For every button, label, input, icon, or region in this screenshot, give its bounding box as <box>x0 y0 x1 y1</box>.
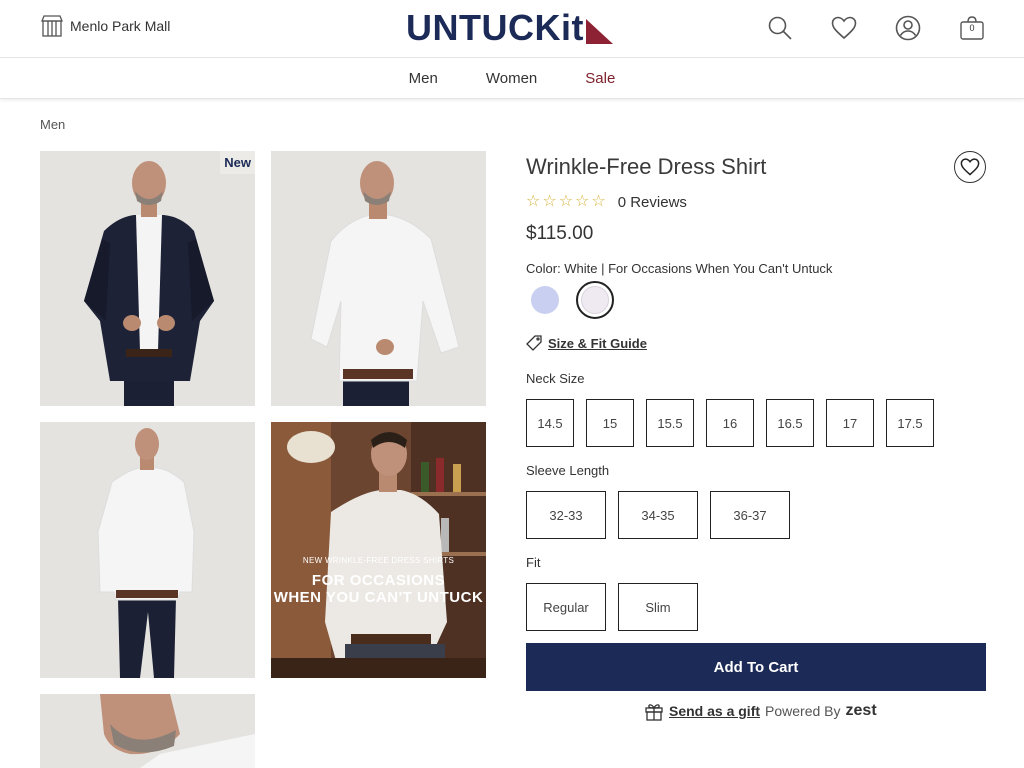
product-price: $115.00 <box>526 223 594 244</box>
promo-lifestyle-photo[interactable]: NEW WRINKLE-FREE DRESS SHIRTS FOR OCCASI… <box>271 422 486 678</box>
star-icon: ☆ <box>575 193 590 210</box>
neck-size-options: 14.5 15 15.5 16 16.5 17 17.5 <box>526 399 946 447</box>
store-name: Menlo Park Mall <box>70 18 171 34</box>
product-photo-blazer[interactable]: New <box>40 151 255 406</box>
send-as-gift-link[interactable]: Send as a gift <box>669 703 760 719</box>
site-header: Menlo Park Mall UNTUCKit 0 <box>0 0 1024 58</box>
neck-size-option[interactable]: 16 <box>706 399 754 447</box>
neck-size-option[interactable]: 14.5 <box>526 399 574 447</box>
brand-logo[interactable]: UNTUCKit <box>406 10 614 46</box>
promo-subtitle: NEW WRINKLE-FREE DRESS SHIRTS <box>302 556 455 565</box>
powered-by-text: Powered By <box>765 703 841 719</box>
product-photo-closeup[interactable] <box>40 694 255 768</box>
color-label: Color: White | For Occasions When You Ca… <box>526 261 833 276</box>
color-swatch-white[interactable] <box>576 281 614 319</box>
account-icon[interactable] <box>892 12 924 44</box>
fit-label: Fit <box>526 555 541 570</box>
size-guide-link[interactable]: Size & Fit Guide <box>526 335 647 351</box>
color-swatch-light-blue[interactable] <box>531 286 559 314</box>
bag-count: 0 <box>969 23 975 33</box>
swatch-fill <box>581 286 609 314</box>
gift-row: Send as a gift Powered By zest <box>644 701 877 721</box>
fit-option-slim[interactable]: Slim <box>618 583 698 631</box>
add-to-cart-button[interactable]: Add To Cart <box>526 643 986 691</box>
sleeve-length-option[interactable]: 34-35 <box>618 491 698 539</box>
neck-size-label: Neck Size <box>526 371 585 386</box>
main-nav: Men Women Sale <box>0 59 1024 99</box>
fit-options: Regular Slim <box>526 583 710 631</box>
neck-size-option[interactable]: 17 <box>826 399 874 447</box>
fit-option-regular[interactable]: Regular <box>526 583 606 631</box>
bag-icon[interactable]: 0 <box>956 12 988 44</box>
promo-title-line2: WHEN YOU CAN'T UNTUCK <box>273 589 484 606</box>
star-icon: ☆ <box>542 193 557 210</box>
breadcrumb[interactable]: Men <box>40 117 65 132</box>
neck-size-option[interactable]: 17.5 <box>886 399 934 447</box>
zest-logo: zest <box>845 702 877 719</box>
promo-title: FOR OCCASIONS WHEN YOU CAN'T UNTUCK <box>271 572 486 606</box>
heart-icon[interactable] <box>828 12 860 44</box>
nav-item-men[interactable]: Men <box>409 70 438 87</box>
wishlist-button[interactable] <box>954 151 986 183</box>
product-rating[interactable]: ☆ ☆ ☆ ☆ ☆ 0 Reviews <box>526 193 687 211</box>
new-badge: New <box>220 151 255 174</box>
product-photo-shirt-front[interactable] <box>271 151 486 406</box>
nav-item-sale[interactable]: Sale <box>585 70 615 87</box>
sleeve-length-option[interactable]: 32-33 <box>526 491 606 539</box>
gift-icon <box>645 704 663 721</box>
store-icon <box>40 14 64 38</box>
product-photo-full-body[interactable] <box>40 422 255 678</box>
neck-size-option[interactable]: 15.5 <box>646 399 694 447</box>
logo-text: UNTUCKit <box>406 7 584 48</box>
neck-size-option[interactable]: 15 <box>586 399 634 447</box>
nav-item-women[interactable]: Women <box>486 70 537 87</box>
star-icon: ☆ <box>591 193 606 210</box>
sleeve-length-options: 32-33 34-35 36-37 <box>526 491 802 539</box>
size-guide-label: Size & Fit Guide <box>548 335 647 351</box>
sleeve-length-option[interactable]: 36-37 <box>710 491 790 539</box>
star-icon: ☆ <box>558 193 574 210</box>
search-icon[interactable] <box>764 12 796 44</box>
neck-size-option[interactable]: 16.5 <box>766 399 814 447</box>
logo-flag-icon <box>585 19 613 44</box>
heart-icon <box>960 158 980 176</box>
sleeve-length-label: Sleeve Length <box>526 463 610 478</box>
reviews-link[interactable]: 0 Reviews <box>618 194 687 211</box>
product-title: Wrinkle-Free Dress Shirt <box>526 154 767 179</box>
store-selector[interactable]: Menlo Park Mall <box>40 14 170 38</box>
star-icon: ☆ <box>526 193 541 210</box>
promo-title-line1: FOR OCCASIONS <box>311 572 446 589</box>
ruler-tag-icon <box>526 335 542 351</box>
